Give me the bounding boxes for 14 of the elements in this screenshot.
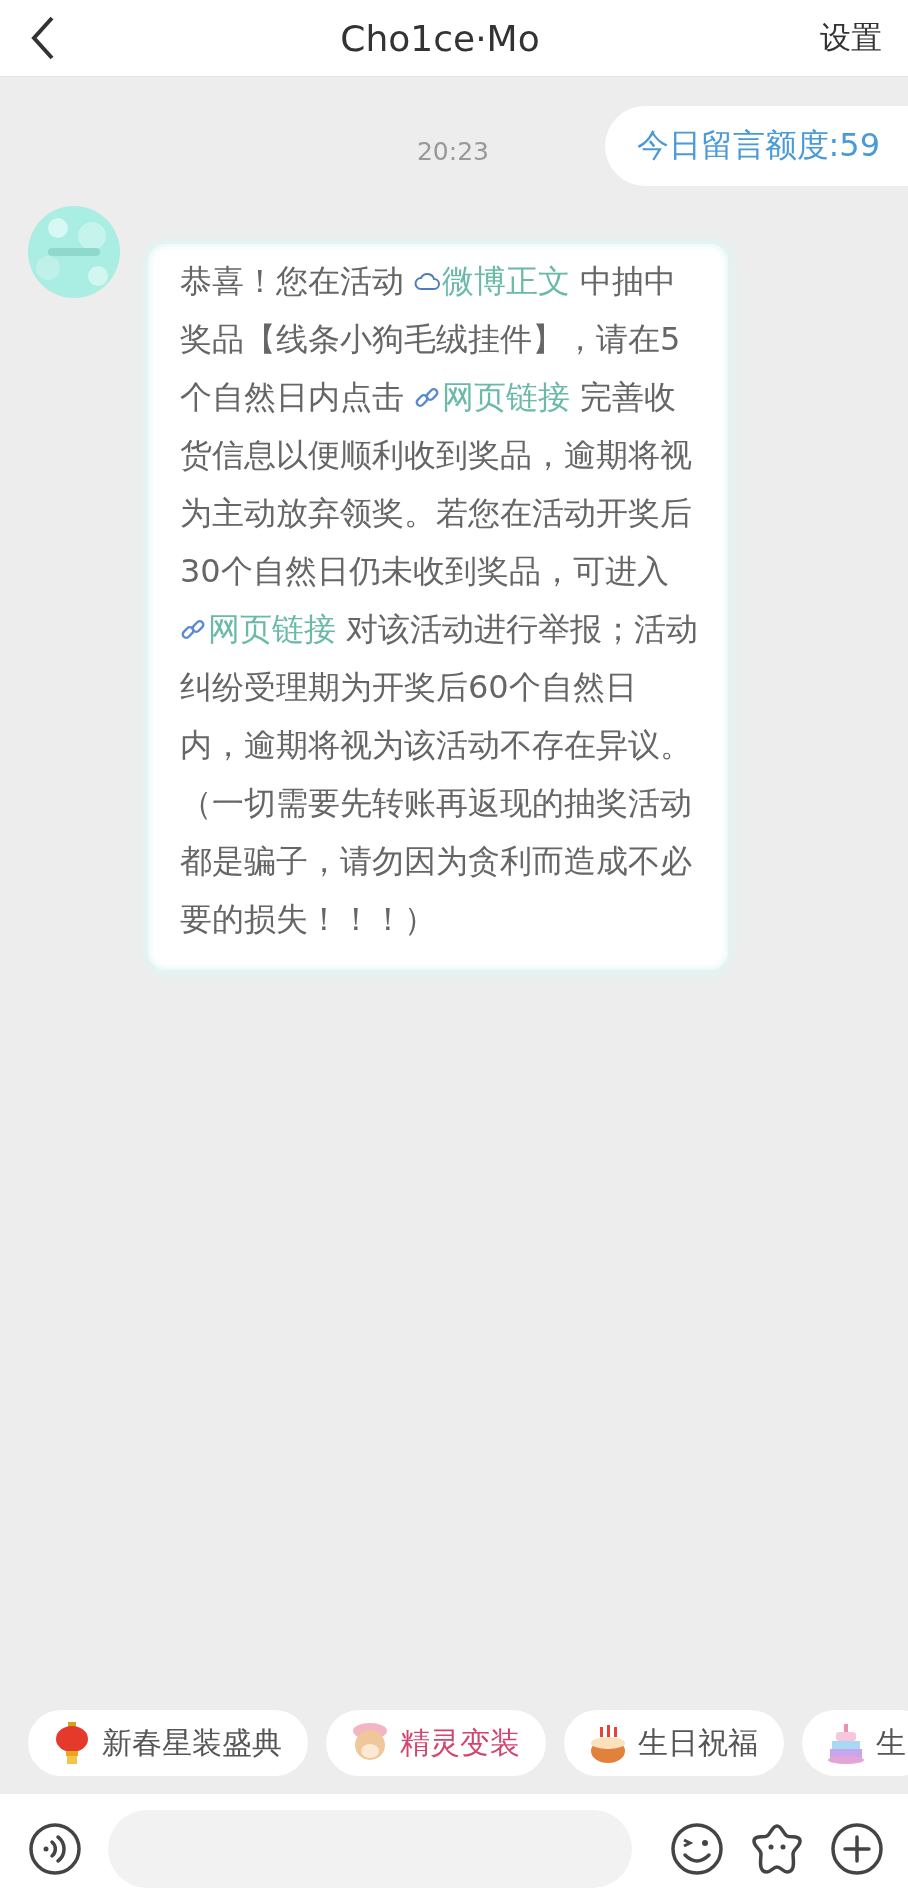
timestamp: 20:23 [416,137,489,166]
emoji-icon[interactable] [670,1822,724,1876]
cake-icon [826,1721,866,1765]
star-face-icon[interactable] [750,1822,804,1876]
feature-chip[interactable]: 生 [802,1710,908,1776]
feature-chip[interactable]: 精灵变装 [326,1710,546,1776]
feature-chip[interactable]: 生日祝福 [564,1710,784,1776]
chat-title: Cho1ce·Mo [340,17,540,59]
message-bubble: 今日留言额度:59 [604,106,908,186]
settings-link[interactable]: 设置 [820,17,882,59]
feature-chip[interactable]: 新春星装盛典 [28,1710,308,1776]
voice-icon[interactable] [28,1822,82,1876]
message-bubble: 恭喜！您在活动 微博正文 中抽中奖品【线条小狗毛绒挂件】，请在5个自然日内点击 网页链接 完善收货信息以便顺利收到奖品，逾期将视为主动放弃领奖。若您在活动开奖后30个自然日仍未收到奖品，可进入 网页链接 对该活动进行举报；活动纠纷受理期为开奖后60个自然日内，逾期将视为该活动不存在异议。（一切需要先转账再返现的抽奖活动都是骗子，请勿因为贪利而造成不必要的损失！！！） [148,244,728,970]
add-icon[interactable] [830,1822,884,1876]
